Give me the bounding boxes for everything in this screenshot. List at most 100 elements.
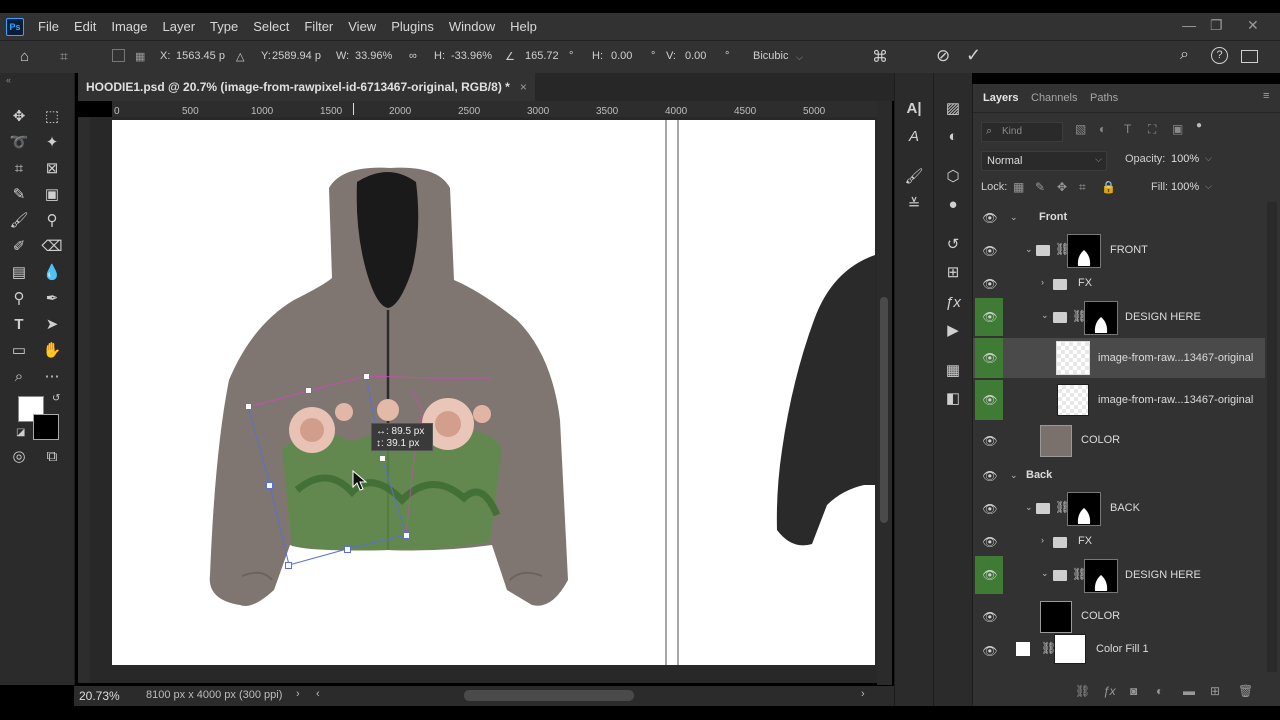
eyedropper-icon[interactable]: ✎ (8, 183, 30, 205)
fill-field[interactable]: 100% (1171, 181, 1199, 193)
panel-menu-icon[interactable]: ≡ (1263, 90, 1269, 102)
magic-wand-icon[interactable]: ✦ (41, 131, 63, 153)
eye-icon[interactable]: 👁 (981, 244, 999, 258)
minimize-icon[interactable]: — (1182, 17, 1196, 33)
brush-settings-icon[interactable]: 🖌 (902, 165, 926, 187)
link-aspect-icon[interactable]: ∞ (409, 50, 417, 62)
filter-adjustment-icon[interactable]: ◐ (1099, 122, 1106, 136)
layer-row-front-mask-group[interactable]: 👁 ⌄ ⛓ FRONT (973, 232, 1265, 268)
scroll-left-icon[interactable]: ‹ (316, 688, 320, 700)
vskew-field[interactable]: 0.00 (685, 50, 706, 62)
chevron-down-icon[interactable]: ⌄ (1041, 568, 1049, 579)
mask-thumbnail[interactable] (1084, 301, 1118, 335)
layer-thumbnail[interactable] (1056, 341, 1090, 375)
search-icon[interactable]: ⌕ (1180, 46, 1189, 64)
home-icon[interactable]: ⌂ (20, 48, 29, 65)
blur-tool-icon[interactable]: 💧 (41, 261, 63, 283)
lock-artboard-icon[interactable]: ⌗ (1079, 180, 1086, 195)
layer-row-back-mask-group[interactable]: 👁 ⌄ ⛓ BACK (973, 490, 1265, 526)
menu-window[interactable]: Window (449, 19, 495, 34)
width-field[interactable]: 33.96% (355, 50, 392, 62)
mask-thumbnail[interactable] (1084, 559, 1118, 593)
grid-icon[interactable]: ⊞ (941, 261, 965, 283)
menu-file[interactable]: File (38, 19, 59, 34)
dodge-tool-icon[interactable]: ⚲ (8, 287, 30, 309)
new-layer-icon[interactable]: ⊞ (1210, 684, 1220, 698)
transform-options-icon[interactable]: ⌗ (60, 48, 68, 65)
chevron-down-icon[interactable]: ⌵ (796, 52, 803, 63)
layer-row-color-back[interactable]: 👁 COLOR (973, 598, 1265, 634)
chevron-down-icon[interactable]: ⌄ (1025, 244, 1033, 255)
transform-handle[interactable] (305, 387, 312, 394)
collapse-icon[interactable]: « (6, 75, 11, 85)
background-color-swatch[interactable] (33, 414, 59, 440)
chevron-down-icon[interactable]: ⌵ (1205, 181, 1212, 192)
document-canvas[interactable]: ↔: 89.5 px ↕: 39.1 px (112, 120, 875, 665)
layer-row-design-here-front[interactable]: 👁 ⌄ ⛓ DESIGN HERE (973, 298, 1265, 336)
document-tab[interactable]: HOODIE1.psd @ 20.7% (image-from-rawpixel… (78, 73, 535, 101)
chevron-right-icon[interactable]: › (296, 688, 300, 700)
transform-handle[interactable] (285, 562, 292, 569)
chevron-down-icon[interactable]: ⌄ (1010, 212, 1018, 223)
gradient-panel-icon[interactable]: ◧ (941, 387, 965, 409)
lock-all-icon[interactable]: 🔒 (1101, 180, 1116, 194)
color-panel-icon[interactable]: ◐ (941, 125, 965, 147)
chevron-down-icon[interactable]: ⌄ (1041, 310, 1049, 321)
character-icon[interactable]: A| (902, 97, 926, 119)
adjust-sliders-icon[interactable]: ≚ (902, 193, 926, 215)
opacity-field[interactable]: 100% (1171, 153, 1199, 165)
menu-view[interactable]: View (348, 19, 376, 34)
eye-icon[interactable]: 👁 (981, 277, 999, 291)
add-style-icon[interactable]: ƒx (1103, 684, 1116, 698)
eye-icon[interactable]: 👁 (981, 644, 999, 658)
tab-paths[interactable]: Paths (1090, 92, 1118, 104)
fill-swatch[interactable] (1016, 642, 1030, 656)
eye-icon[interactable]: 👁 (981, 469, 999, 483)
filter-type-icon[interactable]: T (1124, 122, 1131, 136)
horizontal-scroll-thumb[interactable] (464, 690, 634, 701)
eye-icon[interactable]: 👁 (981, 610, 999, 624)
zoom-level[interactable]: 20.73% (79, 689, 120, 703)
filter-shape-icon[interactable]: ⛶ (1148, 122, 1156, 137)
link-layers-icon[interactable]: ⛓ (1075, 684, 1090, 698)
help-icon[interactable]: ? (1211, 47, 1228, 64)
lasso-tool-icon[interactable]: ➰ (8, 131, 30, 153)
transform-handle[interactable] (344, 546, 351, 553)
3d-cube-icon[interactable]: ⬡ (941, 165, 965, 187)
add-mask-icon[interactable]: ◙ (1130, 684, 1137, 698)
delete-layer-icon[interactable]: 🗑 (1238, 684, 1253, 698)
vertical-scrollbar[interactable] (877, 101, 892, 685)
menu-image[interactable]: Image (111, 19, 147, 34)
gradient-tool-icon[interactable]: ▤ (8, 261, 30, 283)
warp-icon[interactable]: ⌘ (872, 47, 888, 67)
layer-thumbnail[interactable] (1057, 384, 1089, 416)
layer-row-color-fill[interactable]: 👁 ⛓ Color Fill 1 (973, 634, 1265, 666)
eraser-tool-icon[interactable]: ⌫ (41, 235, 63, 257)
paragraph-icon[interactable]: A (902, 125, 926, 147)
relative-position-icon[interactable]: △ (236, 50, 244, 63)
history-brush-icon[interactable]: ✐ (8, 235, 30, 257)
type-tool-icon[interactable]: T (8, 313, 30, 335)
filter-pixel-icon[interactable]: ▧ (1075, 122, 1086, 136)
transform-handle[interactable] (245, 403, 252, 410)
scroll-thumb[interactable] (880, 297, 888, 523)
menu-type[interactable]: Type (210, 19, 238, 34)
blend-mode-select[interactable]: Normal ⌵ (981, 151, 1107, 171)
marquee-tool-icon[interactable]: ⬚ (41, 105, 63, 127)
commit-transform-icon[interactable]: ✓ (966, 45, 981, 66)
chevron-right-icon[interactable]: › (1041, 535, 1044, 545)
transform-handle[interactable] (379, 455, 386, 462)
tab-channels[interactable]: Channels (1031, 92, 1077, 104)
eye-icon[interactable]: 👁 (981, 351, 999, 365)
path-selection-icon[interactable]: ➤ (41, 313, 63, 335)
hand-tool-icon[interactable]: ✋ (41, 339, 63, 361)
height-field[interactable]: -33.96% (451, 50, 492, 62)
eye-icon[interactable]: 👁 (981, 535, 999, 549)
eye-icon[interactable]: 👁 (981, 502, 999, 516)
workspace-icon[interactable] (1241, 50, 1258, 63)
materials-icon[interactable]: ● (941, 193, 965, 215)
adjustment-layer-icon[interactable]: ◐ (1156, 684, 1163, 698)
screen-mode-icon[interactable]: ⧉ (41, 445, 63, 467)
history-icon[interactable]: ↺ (941, 233, 965, 255)
chevron-down-icon[interactable]: ⌄ (1025, 502, 1033, 513)
